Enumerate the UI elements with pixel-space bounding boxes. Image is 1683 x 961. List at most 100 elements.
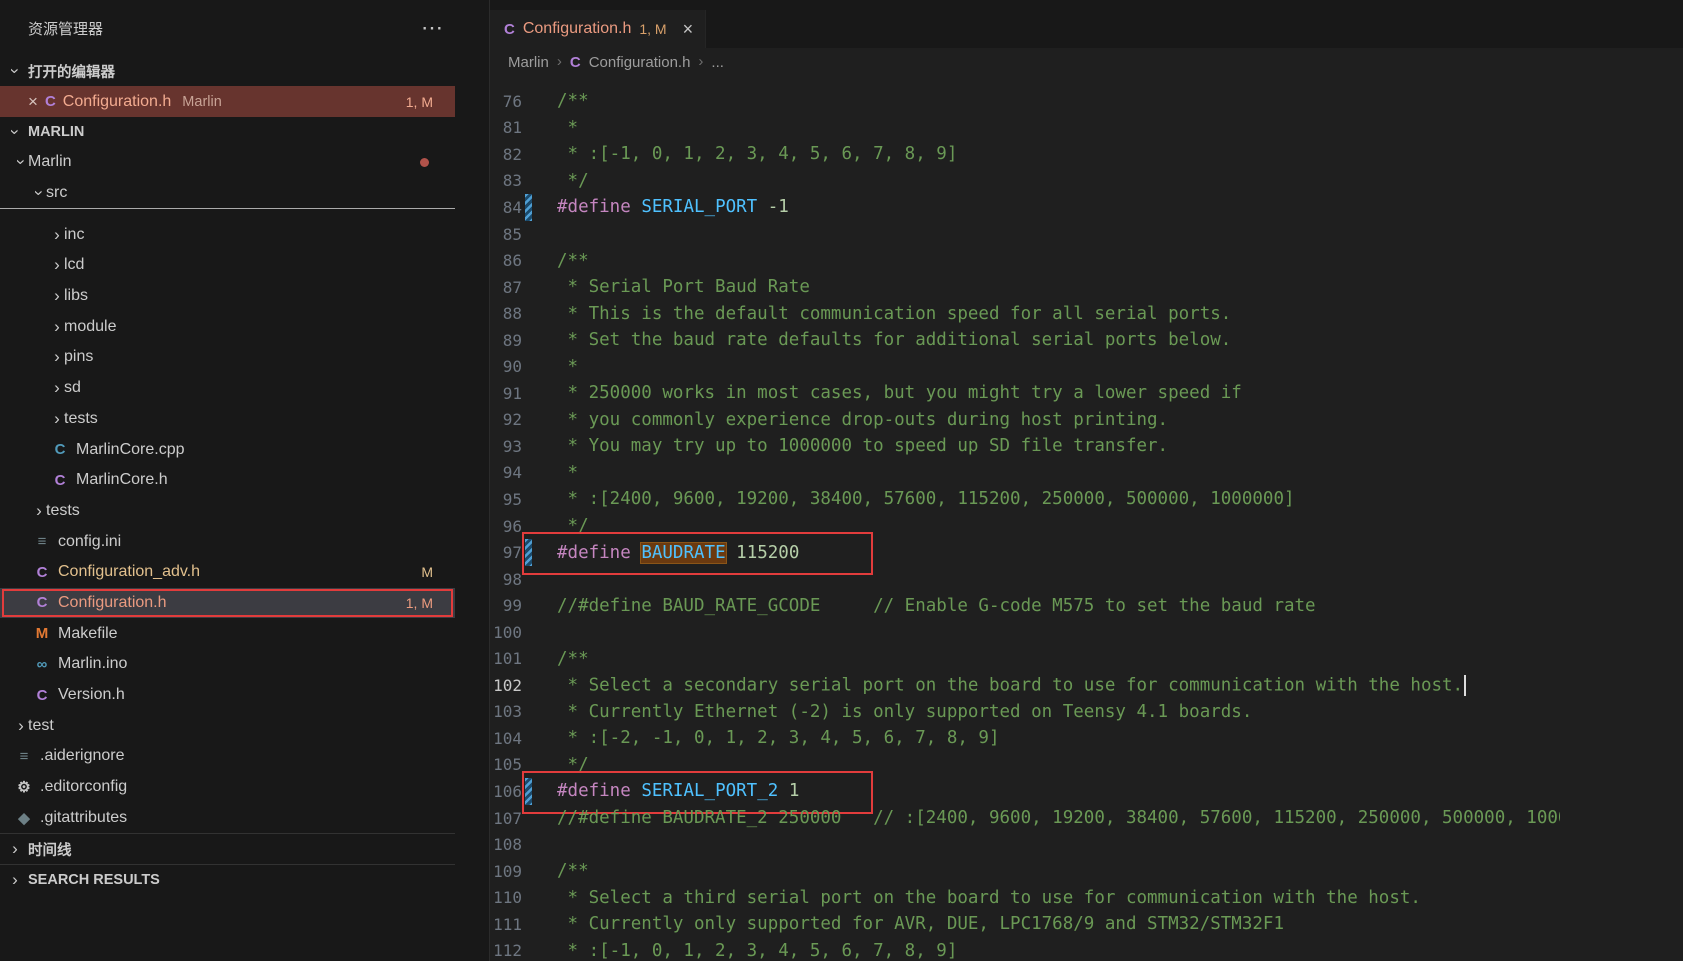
more-actions-icon[interactable]: ⋯ xyxy=(421,15,443,41)
gutter-spacer xyxy=(525,327,532,354)
code-line-97[interactable]: 97#define BAUDRATE 115200 xyxy=(490,539,1683,566)
line-number: 91 xyxy=(490,384,522,403)
code-line-101[interactable]: 101/** xyxy=(490,645,1683,672)
code-line-102[interactable]: 102 * Select a secondary serial port on … xyxy=(490,672,1683,699)
line-number: 106 xyxy=(490,782,522,801)
open-editor-item[interactable]: × C Configuration.h Marlin 1, M xyxy=(0,86,455,117)
code-line-87[interactable]: 87 * Serial Port Baud Rate xyxy=(490,274,1683,301)
search-results-header[interactable]: › SEARCH RESULTS xyxy=(0,865,455,895)
code-line-104[interactable]: 104 * :[-2, -1, 0, 1, 2, 3, 4, 5, 6, 7, … xyxy=(490,725,1683,752)
tree-item-MarlinCore.h[interactable]: CMarlinCore.h xyxy=(0,465,455,496)
tree-folder-module[interactable]: ›module xyxy=(0,311,455,342)
gutter-spacer xyxy=(525,592,532,619)
close-editor-icon[interactable]: × xyxy=(28,92,38,112)
code-line-89[interactable]: 89 * Set the baud rate defaults for addi… xyxy=(490,327,1683,354)
timeline-label: 时间线 xyxy=(28,839,72,860)
code-line-83[interactable]: 83 */ xyxy=(490,168,1683,195)
code-line-88[interactable]: 88 * This is the default communication s… xyxy=(490,300,1683,327)
chevron-down-icon: › xyxy=(5,64,25,78)
tab-bar: C Configuration.h 1, M × xyxy=(490,0,1683,48)
tree-folder-Marlin[interactable]: ›Marlin xyxy=(0,147,455,178)
tree-item-Marlin.ino[interactable]: ∞Marlin.ino xyxy=(0,649,455,680)
tree-item-.editorconfig[interactable]: ⚙.editorconfig xyxy=(0,772,455,803)
minimap[interactable] xyxy=(1560,76,1683,961)
code-line-81[interactable]: 81 * xyxy=(490,115,1683,142)
chevron-down-icon: › xyxy=(5,125,25,139)
code-area[interactable]: 76/**81 *82 * :[-1, 0, 1, 2, 3, 4, 5, 6,… xyxy=(490,76,1683,961)
code-line-76[interactable]: 76/** xyxy=(490,88,1683,115)
code-line-98[interactable]: 98 xyxy=(490,566,1683,593)
code-line-106[interactable]: 106 #define SERIAL_PORT_2 1 xyxy=(490,778,1683,805)
code-line-86[interactable]: 86 /** xyxy=(490,247,1683,274)
tree-folder-inc[interactable]: ›inc xyxy=(0,219,455,250)
code-text: /** xyxy=(557,251,589,271)
code-line-93[interactable]: 93 * You may try up to 1000000 to speed … xyxy=(490,433,1683,460)
gutter-spacer xyxy=(525,380,532,407)
code-line-108[interactable]: 108 xyxy=(490,831,1683,858)
tree-item-Configuration_adv.h[interactable]: CConfiguration_adv.hM xyxy=(0,557,455,588)
breadcrumb-file[interactable]: Configuration.h xyxy=(589,54,691,71)
explorer-title-row: 资源管理器 ⋯ xyxy=(0,0,455,56)
code-line-84[interactable]: 84#define SERIAL_PORT -1 xyxy=(490,194,1683,221)
tree-item-.aiderignore[interactable]: ≡.aiderignore xyxy=(0,741,455,772)
tree-item-Makefile[interactable]: MMakefile xyxy=(0,618,455,649)
code-line-90[interactable]: 90 * xyxy=(490,353,1683,380)
chevron-right-icon: › xyxy=(50,409,64,429)
line-number: 86 xyxy=(490,251,522,270)
code-line-109[interactable]: 109/** xyxy=(490,858,1683,885)
code-line-112[interactable]: 112 * :[-1, 0, 1, 2, 3, 4, 5, 6, 7, 8, 9… xyxy=(490,938,1683,961)
tree-folder-tests[interactable]: ›tests xyxy=(0,496,455,527)
breadcrumb-folder[interactable]: Marlin xyxy=(508,54,549,71)
tree-folder-test[interactable]: ›test xyxy=(0,710,455,741)
breadcrumb-symbol-ellipsis[interactable]: ... xyxy=(711,54,724,71)
close-tab-icon[interactable]: × xyxy=(683,19,694,40)
code-line-95[interactable]: 95 * :[2400, 9600, 19200, 38400, 57600, … xyxy=(490,486,1683,513)
code-line-110[interactable]: 110 * Select a third serial port on the … xyxy=(490,884,1683,911)
decoration-badge: 1, M xyxy=(406,595,433,611)
code-line-94[interactable]: 94 * xyxy=(490,460,1683,487)
breadcrumb-separator-icon: › xyxy=(557,53,562,70)
code-line-107[interactable]: 107//#define BAUDRATE_2 250000 // :[2400… xyxy=(490,805,1683,832)
timeline-header[interactable]: › 时间线 xyxy=(0,834,455,864)
line-number: 94 xyxy=(490,463,522,482)
tree-item-.gitattributes[interactable]: ◆.gitattributes xyxy=(0,802,455,833)
gutter-spacer xyxy=(525,911,532,938)
tab-configuration-h[interactable]: C Configuration.h 1, M × xyxy=(490,10,706,48)
line-number: 104 xyxy=(490,729,522,748)
tree-folder-tests[interactable]: ›tests xyxy=(0,404,455,435)
tree-folder-lcd[interactable]: ›lcd xyxy=(0,250,455,281)
tree-folder-src[interactable]: ›src xyxy=(0,178,455,209)
code-line-85[interactable]: 85 xyxy=(490,221,1683,248)
tree-item-MarlinCore.cpp[interactable]: CMarlinCore.cpp xyxy=(0,434,455,465)
c-file-icon: C xyxy=(504,21,515,38)
code-line-92[interactable]: 92 * you commonly experience drop-outs d… xyxy=(490,407,1683,434)
line-number: 110 xyxy=(490,888,522,907)
tree-item-Version.h[interactable]: CVersion.h xyxy=(0,680,455,711)
line-number: 82 xyxy=(490,145,522,164)
item-label: inc xyxy=(64,226,84,244)
code-line-82[interactable]: 82 * :[-1, 0, 1, 2, 3, 4, 5, 6, 7, 8, 9] xyxy=(490,141,1683,168)
code-line-99[interactable]: 99//#define BAUD_RATE_GCODE // Enable G-… xyxy=(490,592,1683,619)
code-line-105[interactable]: 105 */ xyxy=(490,752,1683,779)
gutter-spacer xyxy=(525,247,532,274)
code-line-103[interactable]: 103 * Currently Ethernet (-2) is only su… xyxy=(490,699,1683,726)
open-editors-header[interactable]: › 打开的编辑器 xyxy=(0,56,455,86)
gutter-spacer xyxy=(525,672,532,699)
workspace-section-header[interactable]: › MARLIN xyxy=(0,117,455,147)
code-line-91[interactable]: 91 * 250000 works in most cases, but you… xyxy=(490,380,1683,407)
code-line-96[interactable]: 96 */ xyxy=(490,513,1683,540)
code-line-100[interactable]: 100 xyxy=(490,619,1683,646)
tree-folder-pins[interactable]: ›pins xyxy=(0,342,455,373)
scroll-clip-gap xyxy=(0,209,455,219)
code-line-111[interactable]: 111 * Currently only supported for AVR, … xyxy=(490,911,1683,938)
code-text: * 250000 works in most cases, but you mi… xyxy=(557,383,1242,403)
tree-item-config.ini[interactable]: ≡config.ini xyxy=(0,526,455,557)
tree-folder-libs[interactable]: ›libs xyxy=(0,281,455,312)
tree-item-Configuration.h[interactable]: CConfiguration.h1, M xyxy=(0,588,455,619)
line-number: 100 xyxy=(490,623,522,642)
tree-folder-sd[interactable]: ›sd xyxy=(0,373,455,404)
gutter-spacer xyxy=(525,407,532,434)
code-text: * This is the default communication spee… xyxy=(557,304,1231,324)
gutter-spacer xyxy=(525,805,532,832)
code-text: #define SERIAL_PORT_2 1 xyxy=(557,781,799,801)
